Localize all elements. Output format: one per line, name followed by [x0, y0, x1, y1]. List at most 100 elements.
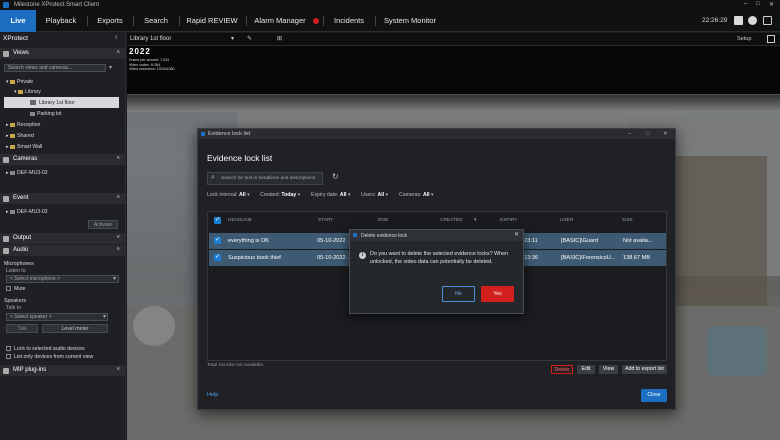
cell-size: Not availa... — [623, 238, 653, 244]
event-pane-header[interactable]: Event ˄ — [0, 193, 125, 204]
close-window-button[interactable]: ✕ — [769, 1, 774, 8]
close-icon[interactable]: ✕ — [663, 129, 668, 139]
yes-button[interactable]: Yes — [481, 286, 514, 302]
column-header-created[interactable]: Created — [440, 218, 463, 223]
alarm-indicator-icon — [313, 18, 319, 24]
tab-live[interactable]: Live — [0, 10, 36, 32]
output-pane-header[interactable]: Output ˅ — [0, 233, 125, 244]
lock-audio-checkbox[interactable]: Lock to selected audio devices — [6, 346, 85, 352]
mip-pane-header[interactable]: MIP plug-ins ˅ — [0, 365, 125, 376]
menu-icon[interactable] — [763, 16, 772, 25]
tree-item-library[interactable]: ▾ Library — [14, 89, 41, 95]
fullscreen-icon[interactable] — [767, 35, 775, 43]
tree-item-private[interactable]: ▾ Private — [6, 79, 33, 85]
tab-search[interactable]: Search — [136, 10, 176, 32]
tree-item-reception[interactable]: ▸ Reception — [6, 122, 40, 128]
view-icon — [30, 111, 35, 116]
views-search-input[interactable]: Search views and cameras... — [4, 64, 106, 72]
tab-exports[interactable]: Exports — [90, 10, 130, 32]
event-item[interactable]: ▸ DEF-MU3-02 — [6, 209, 48, 215]
cell-headline: Suspicious book thief — [228, 255, 281, 261]
close-button[interactable]: Close — [641, 389, 667, 402]
lock-audio-label: Lock to selected audio devices — [14, 346, 85, 352]
filter-expiry-date[interactable]: Expiry date: All ▾ — [311, 192, 351, 198]
filter-lock-interval[interactable]: Lock interval: All ▾ — [207, 192, 250, 198]
tab-rapid-review[interactable]: Rapid REVIEW — [182, 10, 242, 32]
filter-created[interactable]: Created: Today ▾ — [260, 192, 300, 198]
fps-info: Frame per second: 7.034 — [129, 58, 170, 62]
pin-icon[interactable]: ✎ — [247, 35, 252, 42]
setup-button[interactable]: Setup — [737, 36, 751, 42]
maximize-button[interactable]: □ — [756, 1, 760, 7]
views-pane-header[interactable]: Views ˄ — [0, 48, 125, 59]
mute-checkbox[interactable]: Mute — [6, 286, 26, 292]
tree-label: DEF-MU3-02 — [17, 209, 48, 215]
column-header-user[interactable]: User — [560, 218, 573, 223]
row-checkbox[interactable]: ✓ — [214, 254, 221, 261]
filter-cameras[interactable]: Cameras: All ▾ — [399, 192, 434, 198]
evidence-search-input[interactable]: ⌕ Search for text in headlines and descr… — [207, 172, 323, 185]
view-name[interactable]: Library 1st floor — [130, 36, 171, 42]
level-meter: Level meter — [42, 324, 108, 333]
activate-button[interactable]: Activate — [88, 220, 118, 229]
column-header-headline[interactable]: Headline — [228, 218, 252, 223]
folder-icon — [10, 144, 16, 149]
audio-header-label: Audio — [13, 247, 29, 253]
cameras-header-label: Cameras — [13, 156, 38, 162]
folder-icon — [10, 133, 16, 138]
app-icon — [353, 233, 357, 237]
tree-item-parking-lot[interactable]: Parking lot — [30, 111, 62, 117]
add-to-export-button[interactable]: Add to export list — [622, 365, 667, 374]
microphone-select[interactable]: < Select microphone > — [6, 275, 119, 283]
refresh-icon[interactable]: ↻ — [332, 172, 339, 181]
column-header-expiry[interactable]: Expiry — [500, 218, 518, 223]
views-options-icon[interactable]: ▾ — [109, 64, 112, 71]
row-checkbox[interactable]: ✓ — [214, 237, 221, 244]
chevron-down-icon: ▾ — [103, 314, 107, 320]
dialog-window-title: Evidence lock list — [208, 131, 251, 137]
tree-item-library-1st-floor[interactable]: Library 1st floor — [4, 97, 119, 108]
minimize-icon[interactable]: – — [628, 129, 631, 139]
view-button[interactable]: View — [599, 365, 618, 374]
camera-item[interactable]: ▸ DEF-MU3-02 — [6, 170, 48, 176]
dialog-title-bar: Evidence lock list – □ ✕ — [198, 129, 675, 139]
user-icon[interactable] — [748, 16, 757, 25]
column-header-size[interactable]: Size — [622, 218, 633, 223]
search-placeholder: Search for text in headlines and descrip… — [221, 176, 316, 181]
tab-playback[interactable]: Playback — [40, 10, 82, 32]
document-icon[interactable] — [734, 16, 743, 25]
talk-button[interactable]: Talk — [6, 324, 38, 333]
cell-start: 05-10-2022 ... — [317, 255, 352, 261]
collapse-sidebar-icon[interactable]: ‹ — [115, 34, 117, 41]
tab-incidents[interactable]: Incidents — [326, 10, 372, 32]
tree-item-shared[interactable]: ▸ Shared — [6, 133, 34, 139]
list-only-checkbox[interactable]: List only devices from current view — [6, 354, 93, 360]
tab-alarm-manager[interactable]: Alarm Manager — [250, 10, 310, 32]
close-icon[interactable]: ✕ — [514, 231, 519, 238]
chevron-down-icon[interactable]: ▾ — [231, 35, 234, 42]
tab-system-monitor[interactable]: System Monitor — [378, 10, 442, 32]
tree-label: Library — [25, 89, 41, 95]
minimize-button[interactable]: – — [744, 1, 747, 7]
column-header-end[interactable]: End — [378, 218, 388, 223]
cell-user: [BASIC]\ForensicsU... — [561, 255, 616, 261]
footer-note: Total 1st size not available. — [207, 363, 265, 368]
help-link[interactable]: Help — [207, 392, 218, 398]
delete-button[interactable]: Delete — [551, 365, 573, 374]
tree-item-smart-wall[interactable]: ▸ Smart Wall — [6, 144, 42, 150]
microphones-label: Microphones — [4, 261, 34, 267]
no-button[interactable]: No — [442, 286, 475, 302]
select-all-checkbox[interactable]: ✓ — [214, 217, 221, 224]
cell-user: [BASIC]\Guard — [561, 238, 598, 244]
split-view-icon[interactable]: ⊞ — [277, 35, 282, 42]
cameras-pane-header[interactable]: Cameras ˄ — [0, 154, 125, 165]
speaker-select[interactable]: < Select speaker > — [6, 313, 108, 321]
column-header-start[interactable]: Start — [318, 218, 333, 223]
audio-pane-header[interactable]: Audio ˄ — [0, 245, 125, 256]
views-header-label: Views — [13, 50, 29, 56]
maximize-icon[interactable]: □ — [646, 129, 649, 139]
mip-header-label: MIP plug-ins — [13, 367, 47, 373]
speakers-label: Speakers — [4, 298, 26, 304]
edit-button[interactable]: Edit — [577, 365, 595, 374]
filter-users[interactable]: Users: All ▾ — [361, 192, 388, 198]
